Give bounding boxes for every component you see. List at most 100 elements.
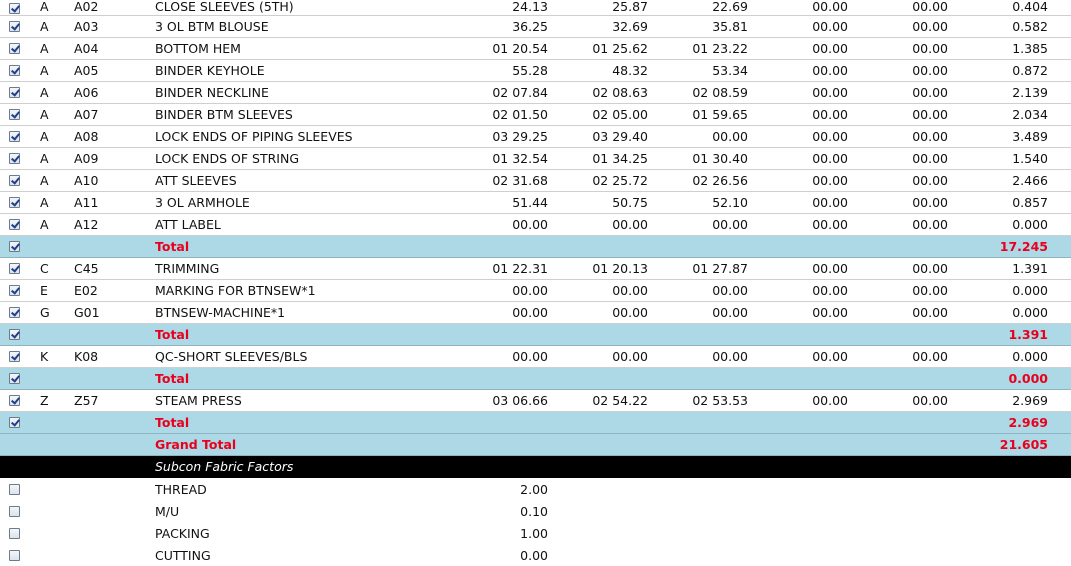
row-checkbox-cell [9,544,23,566]
row-checkbox-cell [9,38,23,59]
value-cell-v6: 0.000 [1012,305,1048,320]
code-cell: A09 [74,151,99,166]
factor-value: 1.00 [520,525,548,541]
checkbox[interactable] [9,527,20,539]
section-cell: A [40,173,49,188]
checkbox[interactable] [9,417,20,428]
description-cell: QC-SHORT SLEEVES/BLS [155,349,308,364]
value-cell-v1: 00.00 [512,217,548,232]
row-checkbox-cell [9,104,23,125]
value-cell-v5: 00.00 [912,195,948,210]
value-cell-v4: 00.00 [812,349,848,364]
table-row: A A09 LOCK ENDS OF STRING 01 32.54 01 34.25 0… [0,148,1071,170]
table-row: A A10 ATT SLEEVES 02 31.68 02 25.72 02 26.56 0… [0,170,1071,192]
value-cell-v3: 00.00 [712,305,748,320]
description-cell: LOCK ENDS OF STRING [155,151,300,166]
value-cell-v2: 01 25.62 [592,41,648,56]
description-cell: TRIMMING [155,261,220,276]
row-checkbox-cell [9,192,23,213]
checkbox[interactable] [9,395,20,406]
value-cell-v6: 1.391 [1012,261,1048,276]
table-row: A A02 CLOSE SLEEVES (5TH) 24.13 25.87 22.69 00… [0,0,1071,16]
value-cell-v6: 0.857 [1012,195,1048,210]
table-row: A A07 BINDER BTM SLEEVES 02 01.50 02 05.00 01… [0,104,1071,126]
value-cell-v2: 50.75 [612,195,648,210]
value-cell-v2: 02 54.22 [592,393,648,408]
value-cell-v6: 2.034 [1012,107,1048,122]
description-cell: 3 OL ARMHOLE [155,195,250,210]
description-cell: ATT SLEEVES [155,173,237,188]
description-cell: MARKING FOR BTNSEW*1 [155,283,316,298]
checkbox[interactable] [9,505,20,517]
section-cell: Z [40,393,49,408]
checkbox[interactable] [9,87,20,98]
code-cell: A04 [74,41,99,56]
value-cell-v5: 00.00 [912,305,948,320]
value-cell-v5: 00.00 [912,349,948,364]
total-label: Total [155,371,190,386]
total-label: Total [155,239,190,254]
value-cell-v3: 53.34 [712,63,748,78]
row-checkbox-cell [9,258,23,279]
checkbox[interactable] [9,219,20,230]
checkbox[interactable] [9,197,20,208]
checkbox[interactable] [9,285,20,296]
value-cell-v2: 00.00 [612,283,648,298]
row-checkbox-cell [9,148,23,169]
checkbox[interactable] [9,109,20,120]
value-cell-v4: 00.00 [812,217,848,232]
subcon-title: Subcon Fabric Factors [155,459,294,474]
value-cell-v6: 3.489 [1012,129,1048,144]
value-cell-v4: 00.00 [812,173,848,188]
value-cell-v2: 02 25.72 [592,173,648,188]
value-cell-v1: 51.44 [512,195,548,210]
checkbox[interactable] [9,3,20,14]
value-cell-v1: 02 07.84 [492,85,548,100]
value-cell-v1: 00.00 [512,305,548,320]
code-cell: A03 [74,19,99,34]
checkbox[interactable] [9,153,20,164]
table-row: E E02 MARKING FOR BTNSEW*1 00.00 00.00 00.00 0… [0,280,1071,302]
checkbox[interactable] [9,549,20,561]
table-row: K K08 QC-SHORT SLEEVES/BLS 00.00 00.00 00.00 0… [0,346,1071,368]
value-cell-v4: 00.00 [812,85,848,100]
total-row: Total 2.969 [0,412,1071,434]
value-cell-v1: 02 01.50 [492,107,548,122]
table-row: A A12 ATT LABEL 00.00 00.00 00.00 00.00 00.00 0.… [0,214,1071,236]
checkbox[interactable] [9,43,20,54]
value-cell-v5: 00.00 [912,393,948,408]
value-cell-v4: 00.00 [812,393,848,408]
checkbox[interactable] [9,483,20,495]
row-checkbox-cell [9,500,23,522]
value-cell-v4: 00.00 [812,0,848,14]
factor-row: M/U 0.10 [0,500,1071,522]
total-row: Total 1.391 [0,324,1071,346]
code-cell: A08 [74,129,99,144]
value-cell-v4: 00.00 [812,195,848,210]
checkbox[interactable] [9,329,20,340]
checkbox[interactable] [9,351,20,362]
total-label: Total [155,415,190,430]
checkbox[interactable] [9,175,20,186]
section-cell: A [40,129,49,144]
checkbox[interactable] [9,307,20,318]
value-cell-v1: 01 22.31 [492,261,548,276]
value-cell-v5: 00.00 [912,151,948,166]
table-row: G G01 BTNSEW-MACHINE*1 00.00 00.00 00.00 00.00… [0,302,1071,324]
value-cell-v2: 02 08.63 [592,85,648,100]
checkbox[interactable] [9,21,20,32]
value-cell-v3: 52.10 [712,195,748,210]
value-cell-v3: 00.00 [712,217,748,232]
value-cell-v6: 1.540 [1012,151,1048,166]
section-cell: A [40,107,49,122]
checkbox[interactable] [9,65,20,76]
checkbox[interactable] [9,131,20,142]
checkbox[interactable] [9,373,20,384]
description-cell: LOCK ENDS OF PIPING SLEEVES [155,129,353,144]
checkbox[interactable] [9,263,20,274]
value-cell-v5: 00.00 [912,217,948,232]
total-row: Total 0.000 [0,368,1071,390]
checkbox[interactable] [9,241,20,252]
value-cell-v3: 02 08.59 [692,85,748,100]
code-cell: A06 [74,85,99,100]
